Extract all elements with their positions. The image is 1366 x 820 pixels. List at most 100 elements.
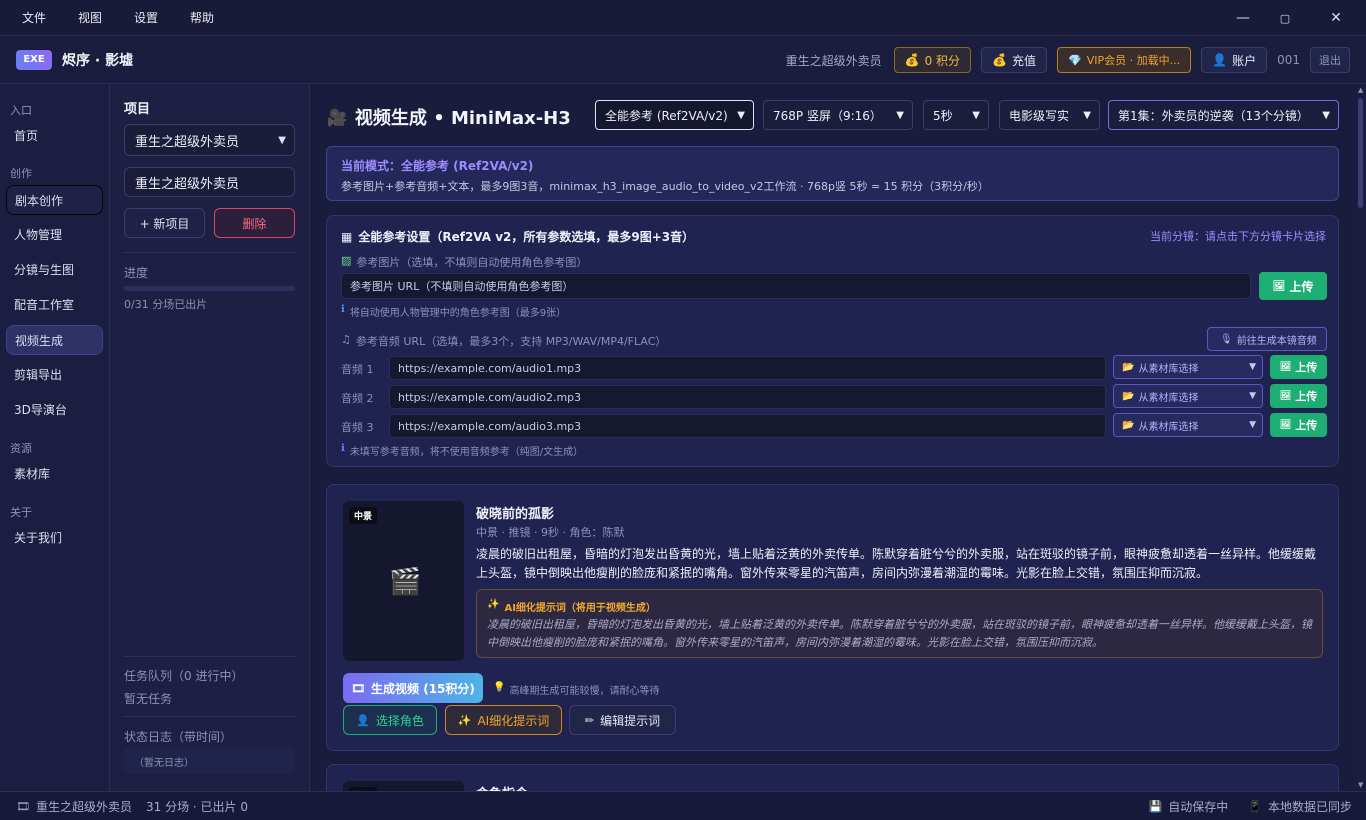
nav-about-us[interactable]: 关于我们 bbox=[6, 522, 103, 552]
reference-settings-card: ▦ 全能参考设置（Ref2VA v2，所有参数选填，最多9图+3音） 当前分镜：… bbox=[326, 215, 1339, 467]
shot-tag: 中景 bbox=[349, 507, 378, 524]
main-scrollbar[interactable]: ▲ ▼ bbox=[1356, 84, 1366, 791]
audio-2-label: 音频 2 bbox=[341, 392, 374, 405]
maximize-button[interactable]: ▢ bbox=[1264, 0, 1306, 36]
shot-card[interactable]: 中景 🎬 破晓前的孤影 中景 · 推镜 · 9秒 · 角色：陈默 凌晨的破旧出租… bbox=[326, 484, 1339, 751]
ai-prompt-title-text: AI细化提示词（将用于视频生成） bbox=[504, 603, 656, 614]
film-icon: 🎞 bbox=[16, 799, 30, 813]
audio-3-label: 音频 3 bbox=[341, 421, 374, 434]
audio-3-upload-button[interactable]: 🖼 上传 bbox=[1270, 413, 1327, 437]
image-upload-button[interactable]: 🖼 上传 bbox=[1259, 272, 1327, 300]
generate-hint: 💡 高峰期生成可能较慢，请耐心等待 bbox=[493, 682, 659, 697]
upload-icon: 🖼 bbox=[1279, 420, 1292, 430]
goto-dubbing-label: 前往生成本镜音频 bbox=[1236, 335, 1317, 347]
vip-label: VIP会员 · 加载中... bbox=[1086, 54, 1181, 67]
image-upload-label: 上传 bbox=[1289, 279, 1314, 294]
ai-prompt-text: 凌晨的破旧出租屋，昏暗的灯泡发出昏黄的光，墙上贴着泛黄的外卖传单。陈默穿着脏兮兮… bbox=[487, 618, 1312, 649]
camera-icon: 🎥 bbox=[327, 107, 347, 127]
points-button[interactable]: 💰 0 积分 bbox=[893, 47, 972, 73]
chevron-down-icon: ▼ bbox=[1322, 109, 1330, 121]
menu-file[interactable]: 文件 bbox=[22, 9, 46, 26]
shot-thumbnail[interactable]: 特写 bbox=[343, 781, 464, 791]
scrollbar-thumb[interactable] bbox=[1358, 98, 1363, 208]
nav-script[interactable]: 剧本创作 bbox=[6, 185, 103, 215]
ai-prompt-title: ✨ AI细化提示词（将用于视频生成） bbox=[487, 599, 656, 614]
image-label-text: 参考图片（选填，不填则自动使用角色参考图） bbox=[356, 256, 588, 269]
info-icon: ℹ bbox=[341, 443, 345, 454]
money-bag-icon: 💰 bbox=[904, 53, 920, 67]
new-project-button[interactable]: + 新项目 bbox=[124, 208, 205, 238]
vip-button[interactable]: 💎 VIP会员 · 加载中... bbox=[1057, 47, 1192, 73]
chevron-down-icon: ▼ bbox=[1249, 391, 1256, 401]
audio-3-url-input[interactable]: https://example.com/audio3.mp3 bbox=[389, 414, 1106, 438]
nav-director[interactable]: 3D导演台 bbox=[6, 394, 103, 424]
resolution-select[interactable]: 768P 竖屏（9:16） ▼ bbox=[763, 100, 913, 130]
app-header: EXE 烬序 · 影墟 重生之超级外卖员 💰 0 积分 💰 充值 💎 VIP会员 · … bbox=[0, 36, 1366, 84]
divider bbox=[124, 656, 295, 657]
status-autosave: 自动保存中 bbox=[1168, 799, 1229, 814]
project-select[interactable]: 重生之超级外卖员 ▼ bbox=[124, 124, 295, 156]
image-label: ▨ 参考图片（选填，不填则自动使用角色参考图） bbox=[341, 254, 587, 270]
audio-1-material-select[interactable]: 📂 从素材库选择 ▼ bbox=[1113, 355, 1263, 379]
audio-3-material-label: 从素材库选择 bbox=[1138, 421, 1199, 433]
menu-settings[interactable]: 设置 bbox=[134, 9, 158, 26]
audio-1-material-label: 从素材库选择 bbox=[1138, 363, 1199, 375]
shot-meta: 中景 · 推镜 · 9秒 · 角色：陈默 bbox=[476, 526, 625, 539]
style-select-value: 电影级写实 bbox=[1009, 108, 1070, 123]
section-about: 关于 bbox=[10, 506, 32, 519]
nav-video[interactable]: 视频生成 bbox=[6, 325, 103, 355]
divider bbox=[124, 716, 295, 717]
delete-project-button[interactable]: 删除 bbox=[214, 208, 295, 238]
mode-info-label: 当前模式：全能参考 (Ref2VA/v2) bbox=[341, 159, 534, 173]
nav-storyboard[interactable]: 分镜与生图 bbox=[6, 254, 103, 284]
mode-select-value: 全能参考 (Ref2VA/v2) bbox=[605, 108, 728, 123]
minimize-button[interactable]: — bbox=[1222, 0, 1264, 36]
ai-refine-button[interactable]: ✨ AI细化提示词 bbox=[445, 705, 562, 735]
nav-home[interactable]: 首页 bbox=[6, 120, 103, 150]
upload-icon: 🖼 bbox=[1279, 362, 1292, 372]
upload-icon: 🖼 bbox=[1279, 391, 1292, 401]
project-name-input[interactable]: 重生之超级外卖员 bbox=[124, 167, 295, 197]
shot-title: 破晓前的孤影 bbox=[476, 507, 555, 522]
pencil-icon: ✏ bbox=[584, 713, 595, 727]
nav-edit[interactable]: 剪辑导出 bbox=[6, 359, 103, 389]
logout-button[interactable]: 退出 bbox=[1310, 47, 1350, 73]
diamond-icon: 💎 bbox=[1068, 53, 1082, 67]
duration-select[interactable]: 5秒 ▼ bbox=[923, 100, 989, 130]
nav-dubbing[interactable]: 配音工作室 bbox=[6, 289, 103, 319]
recharge-button[interactable]: 💰 充值 bbox=[981, 47, 1048, 73]
generate-video-button[interactable]: 🎞 生成视频 (15积分) bbox=[343, 673, 483, 703]
close-button[interactable]: ✕ bbox=[1306, 0, 1366, 36]
audio-1-upload-button[interactable]: 🖼 上传 bbox=[1270, 355, 1327, 379]
mode-select[interactable]: 全能参考 (Ref2VA/v2) ▼ bbox=[595, 100, 754, 130]
audio-1-url-input[interactable]: https://example.com/audio1.mp3 bbox=[389, 356, 1106, 380]
shot-card[interactable]: 特写 命鱼指令 bbox=[326, 764, 1339, 791]
episode-select[interactable]: 第1集：外卖员的逆袭（13个分镜） ▼ bbox=[1108, 100, 1339, 130]
audio-2-url-input[interactable]: https://example.com/audio2.mp3 bbox=[389, 385, 1106, 409]
grid-icon: ▦ bbox=[341, 229, 353, 244]
account-button[interactable]: 👤 账户 bbox=[1201, 47, 1268, 73]
nav-characters[interactable]: 人物管理 bbox=[6, 219, 103, 249]
section-entry: 入口 bbox=[10, 104, 32, 117]
choose-character-button[interactable]: 👤 选择角色 bbox=[343, 705, 437, 735]
chevron-down-icon: ▼ bbox=[278, 134, 286, 146]
style-select[interactable]: 电影级写实 ▼ bbox=[999, 100, 1100, 130]
menu-help[interactable]: 帮助 bbox=[190, 9, 214, 26]
audio-3-material-select[interactable]: 📂 从素材库选择 ▼ bbox=[1113, 413, 1263, 437]
upload-icon: 🖼 bbox=[1272, 280, 1286, 292]
nav-materials[interactable]: 素材库 bbox=[6, 458, 103, 488]
image-url-input[interactable]: 参考图片 URL（不填则自动使用角色参考图） bbox=[341, 273, 1251, 299]
scroll-up-icon[interactable]: ▲ bbox=[1358, 86, 1363, 94]
generate-hint-text: 高峰期生成可能较慢，请耐心等待 bbox=[509, 686, 660, 697]
menu-view[interactable]: 视图 bbox=[78, 9, 102, 26]
audio-label-text: 参考音频 URL（选填，最多3个，支持 MP3/WAV/MP4/FLAC） bbox=[355, 335, 667, 348]
edit-prompt-button[interactable]: ✏ 编辑提示词 bbox=[569, 705, 676, 735]
audio-2-material-select[interactable]: 📂 从素材库选择 ▼ bbox=[1113, 384, 1263, 408]
user-id: 001 bbox=[1277, 53, 1300, 67]
shot-thumbnail[interactable]: 中景 🎬 bbox=[343, 501, 464, 661]
goto-dubbing-button[interactable]: 🎙 前往生成本镜音频 bbox=[1207, 327, 1327, 351]
scroll-down-icon[interactable]: ▼ bbox=[1358, 781, 1363, 789]
shot-title: 命鱼指令 bbox=[476, 783, 528, 791]
header-project-name: 重生之超级外卖员 bbox=[785, 53, 882, 68]
audio-2-upload-button[interactable]: 🖼 上传 bbox=[1270, 384, 1327, 408]
